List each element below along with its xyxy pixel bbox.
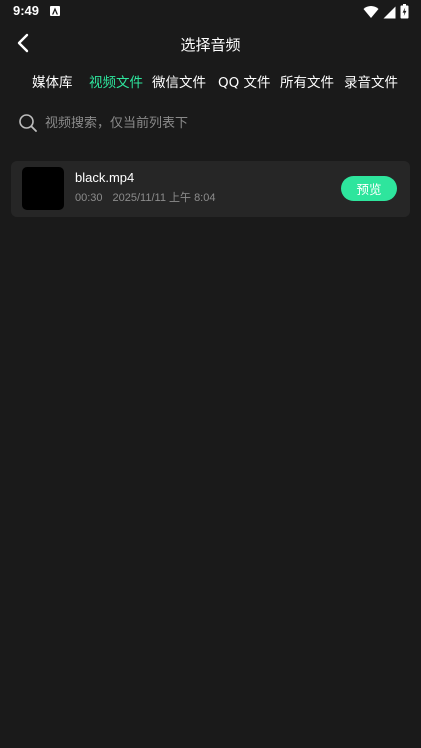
nav-bar: 选择音频 — [0, 28, 421, 62]
video-thumbnail — [22, 167, 64, 210]
app-notification-icon — [50, 6, 60, 16]
search-icon — [18, 113, 38, 133]
page-title: 选择音频 — [180, 36, 241, 54]
signal-icon — [383, 4, 396, 23]
wifi-icon — [363, 4, 379, 23]
file-duration: 00:30 — [75, 192, 103, 204]
file-date: 2025/11/11 上午 8:04 — [112, 192, 216, 204]
search-input[interactable] — [45, 115, 375, 131]
status-bar: 9:49 — [0, 0, 421, 24]
file-source-tabs: 媒体库 视频文件 微信文件 QQ 文件 所有文件 录音文件 — [0, 71, 421, 93]
tab-recording-files[interactable]: 录音文件 — [344, 71, 398, 91]
battery-icon — [400, 4, 409, 23]
list-item[interactable]: black.mp4 00:30 2025/11/11 上午 8:04 预览 — [11, 161, 410, 217]
file-meta: 00:30 2025/11/11 上午 8:04 — [75, 189, 215, 205]
tab-qq-files[interactable]: QQ 文件 — [218, 71, 271, 91]
status-time: 9:49 — [13, 3, 40, 18]
tab-wechat-files[interactable]: 微信文件 — [152, 71, 206, 91]
status-icons — [363, 4, 409, 23]
preview-button[interactable]: 预览 — [341, 176, 397, 201]
tab-media-library[interactable]: 媒体库 — [32, 71, 73, 91]
file-name: black.mp4 — [75, 170, 135, 185]
search-bar — [18, 112, 398, 134]
tab-video-files[interactable]: 视频文件 — [89, 71, 143, 91]
tab-all-files[interactable]: 所有文件 — [280, 71, 334, 91]
